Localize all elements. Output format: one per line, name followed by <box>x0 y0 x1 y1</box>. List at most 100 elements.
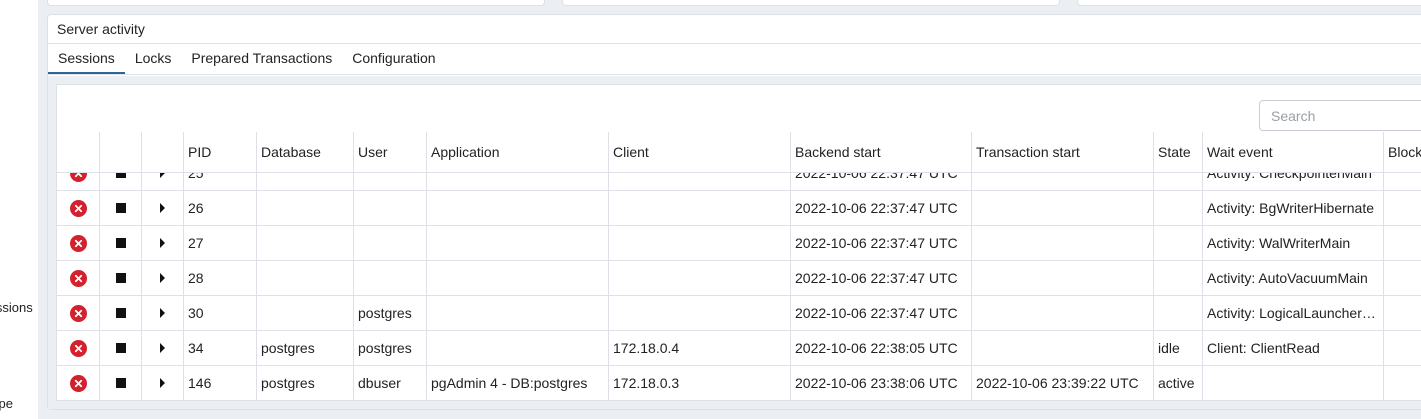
application-cell <box>427 296 609 330</box>
sessions-table: PID Database User Application Client Backend … <box>57 132 1421 400</box>
table-row[interactable]: 27 2022-10-06 22:37:47 UTC Activity: WalWr… <box>57 226 1421 261</box>
cancel-cell <box>57 331 100 365</box>
header-backend-start[interactable]: Backend start <box>791 132 972 172</box>
client-cell <box>609 261 791 295</box>
terminate-session-icon[interactable] <box>115 308 126 318</box>
user-cell: postgres <box>354 331 427 365</box>
state-cell <box>1154 173 1203 190</box>
table-row[interactable]: 34 postgres postgres 172.18.0.4 2022-10-06 2… <box>57 331 1421 366</box>
table-body[interactable]: 25 2022-10-06 22:37:47 UTC Activity: Check… <box>57 173 1421 400</box>
pid-cell: 34 <box>184 331 257 365</box>
user-cell <box>354 226 427 260</box>
cancel-cell <box>57 366 100 400</box>
table-row[interactable]: 25 2022-10-06 22:37:47 UTC Activity: Check… <box>57 173 1421 191</box>
cancel-query-icon[interactable] <box>69 234 87 252</box>
transaction-start-cell <box>972 191 1154 225</box>
expand-cell <box>142 261 184 295</box>
transaction-start-cell <box>972 261 1154 295</box>
cancel-query-icon[interactable] <box>69 269 87 287</box>
expand-row-icon[interactable] <box>160 173 165 178</box>
database-cell <box>257 226 354 260</box>
table-row[interactable]: 26 2022-10-06 22:37:47 UTC Activity: BgWri… <box>57 191 1421 226</box>
cancel-query-icon[interactable] <box>69 173 87 182</box>
terminate-session-icon[interactable] <box>115 378 126 388</box>
expand-row-icon[interactable] <box>160 203 165 213</box>
header-state[interactable]: State <box>1154 132 1203 172</box>
state-cell <box>1154 191 1203 225</box>
application-cell <box>427 191 609 225</box>
backend-start-cell: 2022-10-06 22:37:47 UTC <box>791 173 972 190</box>
cancel-query-icon[interactable] <box>69 199 87 217</box>
header-blocking[interactable]: Block <box>1384 132 1421 172</box>
terminate-cell <box>100 173 142 190</box>
expand-cell <box>142 331 184 365</box>
cancel-cell <box>57 191 100 225</box>
transaction-start-cell <box>972 226 1154 260</box>
expand-row-icon[interactable] <box>160 378 165 388</box>
sidebar-fragment: ype <box>0 396 13 411</box>
table-row[interactable]: 146 postgres dbuser pgAdmin 4 - DB:postgres… <box>57 366 1421 400</box>
tab-prepared-transactions[interactable]: Prepared Transactions <box>181 44 342 74</box>
transaction-start-cell <box>972 173 1154 190</box>
cancel-query-icon[interactable] <box>69 339 87 357</box>
terminate-session-icon[interactable] <box>115 273 126 283</box>
expand-row-icon[interactable] <box>160 343 165 353</box>
terminate-session-icon[interactable] <box>115 343 126 353</box>
cancel-query-icon[interactable] <box>69 304 87 322</box>
terminate-cell <box>100 296 142 330</box>
expand-row-icon[interactable] <box>160 308 165 318</box>
tab-sessions[interactable]: Sessions <box>48 44 125 74</box>
header-pid[interactable]: PID <box>184 132 257 172</box>
user-cell: postgres <box>354 296 427 330</box>
wait-event-cell: Activity: AutoVacuumMain <box>1203 261 1384 295</box>
search-input[interactable] <box>1259 100 1421 131</box>
client-cell <box>609 226 791 260</box>
database-cell <box>257 173 354 190</box>
terminate-session-icon[interactable] <box>115 203 126 213</box>
blocking-cell <box>1384 331 1421 365</box>
header-expand <box>142 132 184 172</box>
backend-start-cell: 2022-10-06 22:37:47 UTC <box>791 261 972 295</box>
blocking-cell <box>1384 191 1421 225</box>
header-database[interactable]: Database <box>257 132 354 172</box>
dashboard-panel-top <box>1077 0 1421 6</box>
table-row[interactable]: 28 2022-10-06 22:37:47 UTC Activity: AutoV… <box>57 261 1421 296</box>
user-cell <box>354 173 427 190</box>
database-cell: postgres <box>257 331 354 365</box>
database-cell <box>257 261 354 295</box>
header-application[interactable]: Application <box>427 132 609 172</box>
client-cell <box>609 173 791 190</box>
transaction-start-cell <box>972 296 1154 330</box>
backend-start-cell: 2022-10-06 22:38:05 UTC <box>791 331 972 365</box>
application-cell <box>427 226 609 260</box>
tab-locks[interactable]: Locks <box>125 44 182 74</box>
state-cell <box>1154 296 1203 330</box>
header-wait-event[interactable]: Wait event <box>1203 132 1384 172</box>
tab-configuration[interactable]: Configuration <box>342 44 445 74</box>
wait-event-cell: Activity: LogicalLauncher… <box>1203 296 1384 330</box>
blocking-cell <box>1384 366 1421 400</box>
table-row[interactable]: 30 postgres 2022-10-06 22:37:47 UTC Activit… <box>57 296 1421 331</box>
expand-row-icon[interactable] <box>160 238 165 248</box>
wait-event-cell <box>1203 366 1384 400</box>
header-client[interactable]: Client <box>609 132 791 172</box>
pid-cell: 26 <box>184 191 257 225</box>
application-cell: pgAdmin 4 - DB:postgres <box>427 366 609 400</box>
pid-cell: 27 <box>184 226 257 260</box>
user-cell <box>354 191 427 225</box>
activity-tabs: Sessions Locks Prepared Transactions Con… <box>48 44 1421 75</box>
terminate-session-icon[interactable] <box>115 238 126 248</box>
terminate-cell <box>100 226 142 260</box>
wait-event-cell: Activity: CheckpointerMain <box>1203 173 1384 190</box>
expand-row-icon[interactable] <box>160 273 165 283</box>
wait-event-cell: Activity: BgWriterHibernate <box>1203 191 1384 225</box>
expand-cell <box>142 226 184 260</box>
terminate-session-icon[interactable] <box>115 173 126 178</box>
cancel-query-icon[interactable] <box>69 374 87 392</box>
state-cell: idle <box>1154 331 1203 365</box>
header-terminate <box>100 132 142 172</box>
header-user[interactable]: User <box>354 132 427 172</box>
expand-cell <box>142 366 184 400</box>
application-cell <box>427 331 609 365</box>
header-transaction-start[interactable]: Transaction start <box>972 132 1154 172</box>
